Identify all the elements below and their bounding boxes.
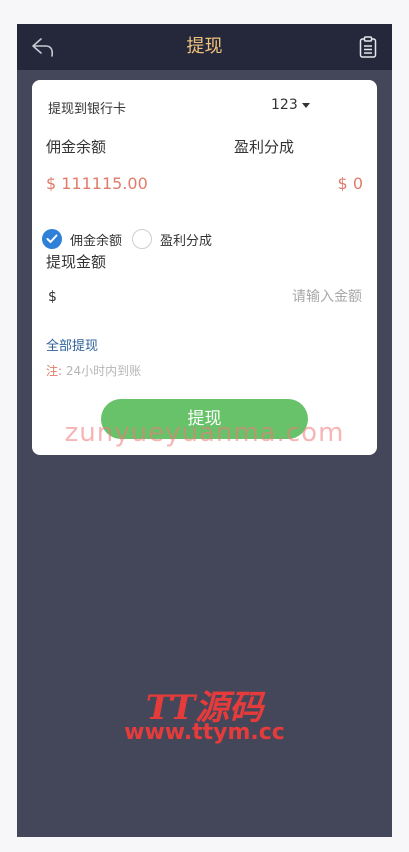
radio-profit[interactable]	[132, 229, 153, 249]
commission-label: 佣金余额	[46, 138, 107, 156]
back-arrow-icon[interactable]	[31, 36, 55, 58]
amount-label: 提现金额	[46, 253, 107, 271]
check-icon	[46, 234, 58, 243]
bank-label: 提现到银行卡	[48, 102, 127, 117]
note-text: 24小时内到账	[65, 364, 142, 378]
bank-select[interactable]: 123	[271, 97, 310, 113]
amount-input[interactable]	[72, 284, 362, 310]
top-bar: 提现	[17, 24, 392, 70]
commission-value: $ 111115.00	[46, 174, 148, 193]
bank-select-value: 123	[271, 97, 298, 113]
withdraw-card: 提现到银行卡 123 佣金余额 盈利分成 $ 111115.00 $ 0 佣金余…	[32, 80, 377, 455]
balance-type-radio-group: 佣金余额 盈利分成	[42, 228, 222, 250]
currency-symbol: $	[48, 289, 57, 305]
radio-commission-label[interactable]: 佣金余额	[70, 230, 122, 249]
radio-commission[interactable]	[42, 229, 62, 249]
radio-profit-label[interactable]: 盈利分成	[160, 230, 212, 249]
watermark-site: zunyueyuanma.com	[64, 418, 345, 448]
clipboard-icon[interactable]	[359, 36, 377, 58]
bank-row: 提现到银行卡 123	[48, 97, 362, 118]
profit-value: $ 0	[337, 174, 363, 193]
withdraw-all-link[interactable]: 全部提现	[46, 335, 98, 354]
caret-down-icon	[301, 102, 310, 108]
watermark-url: www.ttym.cc	[124, 720, 285, 745]
profit-label: 盈利分成	[234, 138, 295, 156]
page-title: 提现	[186, 36, 223, 57]
note-prefix: 注:	[46, 364, 63, 378]
note: 注: 24小时内到账	[46, 362, 141, 379]
